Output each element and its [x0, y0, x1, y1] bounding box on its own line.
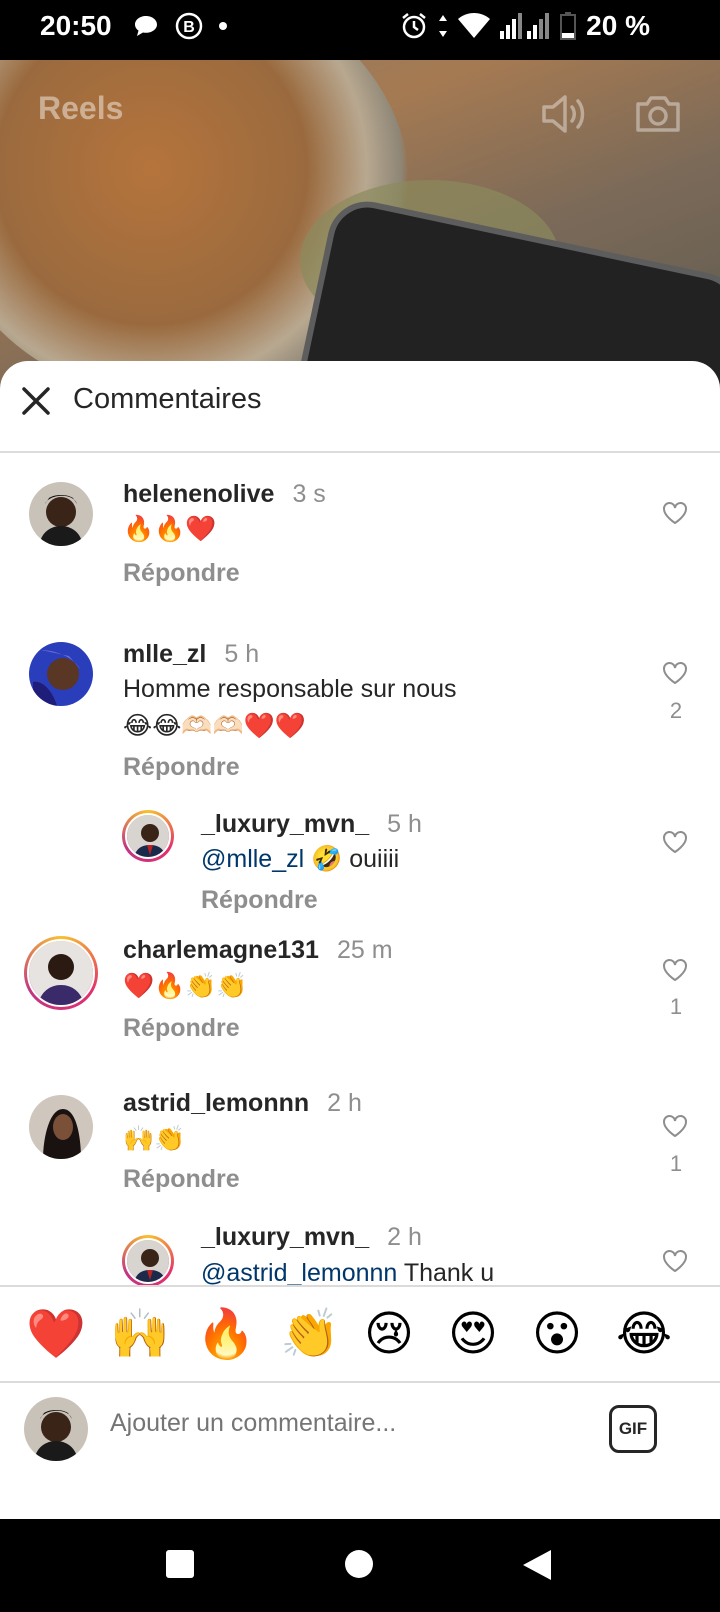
- like-count: 2: [669, 698, 683, 723]
- heart-icon[interactable]: [662, 958, 688, 982]
- comment-text: 🙌👏: [123, 1125, 186, 1153]
- signal-icon: [500, 13, 550, 39]
- battery-level: 20 %: [586, 10, 650, 41]
- emoji-raised-hands-button[interactable]: 🙌: [110, 1307, 170, 1363]
- comment-username[interactable]: _luxury_mvn_: [201, 1223, 369, 1251]
- heart-icon[interactable]: [662, 501, 688, 525]
- comment-text: @mlle_zl 🤣 ouiiii: [201, 841, 399, 877]
- recent-apps-icon[interactable]: [165, 1549, 195, 1579]
- avatar[interactable]: [29, 1095, 93, 1159]
- back-icon[interactable]: [521, 1549, 553, 1581]
- reels-title: Reels: [38, 90, 124, 126]
- comment-text: Homme responsable sur nous: [123, 675, 457, 703]
- comment-time: 2 h: [387, 1223, 422, 1251]
- camera-icon[interactable]: [632, 88, 684, 140]
- comment-composer: GIF: [0, 1383, 720, 1477]
- emoji-fire-button[interactable]: 🔥: [196, 1307, 256, 1363]
- comment-username[interactable]: charlemagne131: [123, 936, 319, 964]
- heart-icon[interactable]: [662, 1114, 688, 1138]
- data-arrows-icon: [439, 15, 448, 37]
- emoji-clap-button[interactable]: 👏: [280, 1307, 340, 1363]
- speaker-icon[interactable]: [538, 88, 590, 140]
- comment-time: 5 h: [387, 810, 422, 838]
- like-count: 1: [669, 994, 683, 1019]
- like-count: 1: [669, 1151, 683, 1176]
- avatar[interactable]: [122, 810, 174, 862]
- wifi-icon: [458, 13, 491, 38]
- comment-time: 3 s: [292, 480, 326, 508]
- sheet-header: Commentaires: [0, 361, 720, 453]
- emoji-crying-button[interactable]: 😢: [364, 1307, 414, 1363]
- comment-text-body: 🤣 ouiiii: [304, 845, 400, 873]
- heart-icon[interactable]: [662, 830, 688, 854]
- avatar[interactable]: [122, 1235, 174, 1285]
- reply-button[interactable]: Répondre: [123, 1014, 240, 1043]
- status-time: 20:50: [40, 10, 112, 41]
- avatar[interactable]: [24, 936, 98, 1010]
- quick-reaction-bar: ❤️ 🙌 🔥 👏 😢 😍 😮 😂: [0, 1285, 720, 1383]
- avatar[interactable]: [29, 642, 93, 706]
- emoji-heart-button[interactable]: ❤️: [26, 1307, 86, 1363]
- reply-button[interactable]: Répondre: [123, 559, 240, 588]
- avatar[interactable]: [29, 482, 93, 546]
- comment-text-emojis: 😂😂🫶🏻🫶🏻❤️❤️: [123, 712, 306, 740]
- comments-sheet: Commentaires helenenolive 3 s 🔥🔥❤️ Répond…: [0, 361, 720, 1519]
- comment-username[interactable]: mlle_zl: [123, 640, 206, 668]
- alarm-icon: [402, 13, 426, 39]
- svg-text:B: B: [183, 19, 195, 36]
- comment-time: 25 m: [336, 936, 393, 964]
- mention-link[interactable]: @mlle_zl: [201, 845, 304, 873]
- comment-text-body: Thank u: [397, 1259, 495, 1285]
- reel-video[interactable]: Reels: [0, 60, 720, 390]
- comment-text: @astrid_lemonnn Thank u: [201, 1255, 494, 1285]
- gif-button[interactable]: GIF: [609, 1405, 657, 1453]
- comment-text: ❤️🔥👏👏: [123, 972, 248, 1000]
- comment-time: 5 h: [224, 640, 260, 668]
- emoji-laughing-button[interactable]: 😂: [616, 1307, 672, 1363]
- sheet-title: Commentaires: [73, 383, 262, 415]
- comment-username[interactable]: helenenolive: [123, 480, 274, 508]
- emoji-heart-eyes-button[interactable]: 😍: [448, 1307, 498, 1363]
- system-nav-bar: [0, 1519, 720, 1612]
- reply-button[interactable]: Répondre: [123, 753, 240, 782]
- dot-icon: [219, 22, 227, 30]
- battery-icon: [560, 12, 577, 40]
- status-bar: 20:50 B 20 %: [0, 0, 720, 60]
- b-circle-icon: B: [175, 12, 203, 40]
- chat-bubble-icon: [135, 16, 157, 36]
- close-icon[interactable]: [18, 383, 54, 419]
- reply-button[interactable]: Répondre: [201, 886, 318, 915]
- heart-icon[interactable]: [662, 1249, 688, 1273]
- emoji-surprised-button[interactable]: 😮: [532, 1307, 582, 1363]
- comment-username[interactable]: astrid_lemonnn: [123, 1089, 309, 1117]
- heart-icon[interactable]: [662, 661, 688, 685]
- reply-button[interactable]: Répondre: [123, 1165, 240, 1194]
- user-avatar: [24, 1397, 88, 1461]
- home-icon[interactable]: [344, 1549, 374, 1579]
- comments-list[interactable]: helenenolive 3 s 🔥🔥❤️ Répondre mlle_zl 5 h…: [0, 453, 720, 1285]
- comment-text: 🔥🔥❤️: [123, 515, 217, 543]
- comment-time: 2 h: [327, 1089, 362, 1117]
- mention-link[interactable]: @astrid_lemonnn: [201, 1259, 397, 1285]
- comment-input[interactable]: [110, 1409, 570, 1438]
- comment-username[interactable]: _luxury_mvn_: [201, 810, 369, 838]
